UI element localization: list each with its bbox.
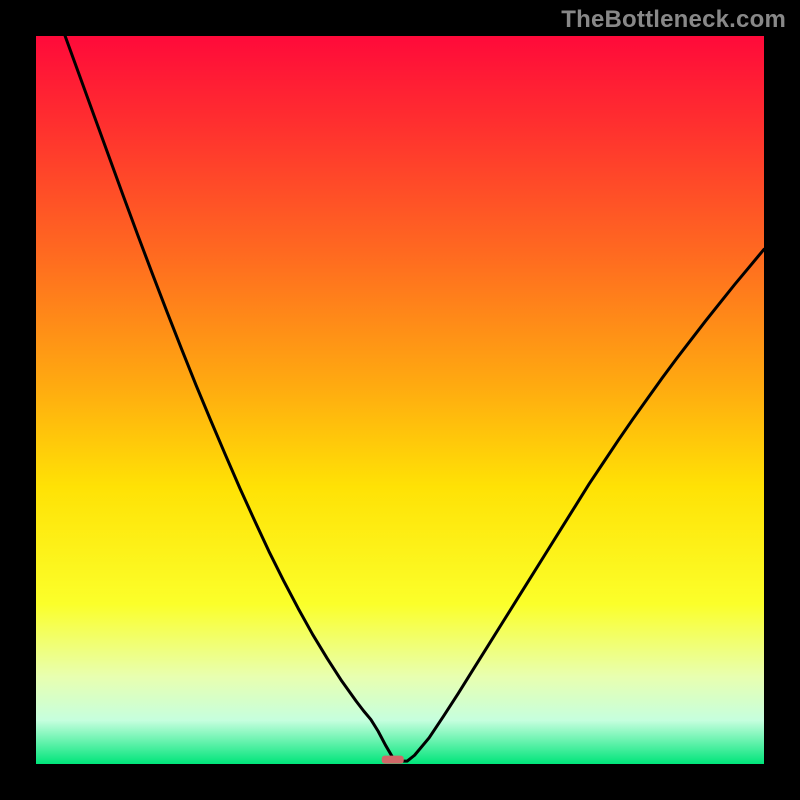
watermark-text: TheBottleneck.com [561,6,786,34]
bottleneck-chart [0,0,800,800]
gradient-background [36,36,764,764]
chart-frame: { "watermark": "TheBottleneck.com", "col… [0,0,800,800]
minimum-marker [382,756,404,764]
